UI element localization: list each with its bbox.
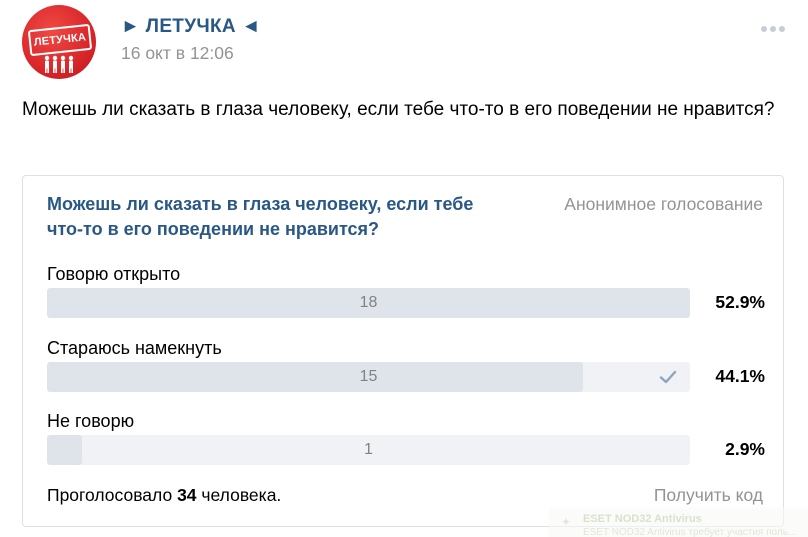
post-text: Можешь ли сказать в глаза человеку, если… [22, 99, 775, 120]
notification-title: ESET NOD32 Antivirus [583, 513, 702, 525]
more-options-button[interactable] [758, 20, 790, 38]
get-code-link[interactable]: Получить код [654, 485, 763, 506]
vote-total-suffix: человека. [201, 485, 282, 505]
poll-option-bar: 15 [47, 362, 690, 392]
poll-option-label: Не говорю [47, 411, 135, 431]
vote-total-prefix: Проголосовало [47, 485, 173, 505]
poll-type-label: Анонимное голосование [564, 194, 763, 214]
avatar-logo-text: ЛЕТУЧКА [27, 23, 93, 57]
poll-question: Можешь ли сказать в глаза человеку, если… [47, 194, 474, 239]
poll-vote-total: Проголосовало 34 человека. [47, 485, 281, 506]
community-name-link[interactable]: ► ЛЕТУЧКА ◄ [121, 16, 261, 38]
poll-option-bar: 1 [47, 435, 690, 465]
checkmark-icon [659, 370, 677, 384]
shield-icon: ✦ [561, 515, 572, 529]
poll-option-3[interactable]: Не говорю 1 2.9% [47, 411, 765, 471]
poll-option-percent: 2.9% [725, 439, 765, 459]
poll-card: Можешь ли сказать в глаза человеку, если… [22, 175, 784, 527]
antivirus-notification[interactable]: ✦ ESET NOD32 Antivirus ESET NOD32 Antivi… [549, 507, 808, 537]
notification-subtitle: ESET NOD32 Antivirus требует участия пол… [583, 527, 797, 537]
poll-option-bar: 18 [47, 288, 690, 318]
poll-option-count: 1 [364, 441, 373, 458]
community-avatar[interactable]: ЛЕТУЧКА [22, 5, 96, 79]
poll-option-count: 18 [359, 294, 378, 311]
more-horizontal-icon [761, 26, 785, 32]
poll-option-percent: 44.1% [715, 366, 765, 386]
vote-total-count: 34 [177, 485, 197, 505]
post-date-link[interactable]: 16 окт в 12:06 [121, 43, 234, 64]
poll-option-1[interactable]: Говорю открыто 18 52.9% [47, 264, 765, 324]
avatar-figures-icon [44, 55, 74, 73]
poll-option-label: Стараюсь намекнуть [47, 338, 222, 358]
poll-option-2[interactable]: Стараюсь намекнуть 15 44.1% [47, 338, 765, 398]
poll-option-count: 15 [359, 368, 378, 385]
poll-option-percent: 52.9% [715, 292, 765, 312]
poll-option-label: Говорю открыто [47, 264, 181, 284]
